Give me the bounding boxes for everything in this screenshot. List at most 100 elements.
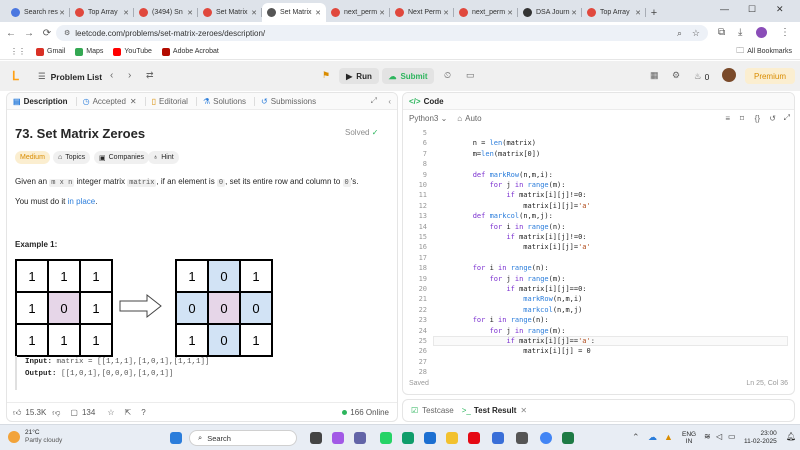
streak-counter[interactable]: ♨ 0 [694,71,709,82]
extensions-icon[interactable]: ⧉ [718,27,725,38]
tray-app-icon[interactable]: ▲ [664,432,673,442]
browser-tab[interactable]: Set Matrix ✕ [262,3,326,22]
code-line[interactable]: markRow(n,m,i) [439,295,582,303]
browser-tab[interactable]: Top Array ✕ [582,3,646,22]
address-bar[interactable]: ⚙ leetcode.com/problems/set-matrix-zeroe… [56,25,708,41]
code-line[interactable]: matrix[i][j]='a' [439,202,590,210]
code-line[interactable]: for j in range(m): [439,181,566,189]
copilot-icon[interactable] [332,432,344,444]
help-icon[interactable]: ? [141,408,145,417]
language-select[interactable]: Python3 ⌄ [409,114,447,123]
maximize-icon[interactable]: ☐ [748,4,756,15]
code-line[interactable]: if matrix[i][j]!=0: [439,191,586,199]
shuffle-icon[interactable]: ⇄ [146,70,154,81]
notes-icon[interactable]: ▭ [466,70,475,81]
browser-tab[interactable]: DSA Journ ✕ [518,3,582,22]
reset-icon[interactable]: ↺ [769,114,776,123]
all-bookmarks-button[interactable]: 🗀 All Bookmarks [736,45,792,59]
code-line[interactable]: def markcol(n,m,j): [439,212,553,220]
submit-button[interactable]: ☁ Submit [382,68,434,84]
code-line[interactable]: for j in range(m): [439,327,566,335]
teams-icon[interactable] [354,432,366,444]
braces-icon[interactable]: {} [755,114,760,123]
close-tab-icon[interactable]: ✕ [315,9,321,17]
back-icon[interactable]: ← [2,28,20,39]
wifi-icon[interactable]: ≋ [704,432,711,441]
next-problem-icon[interactable]: › [128,70,131,81]
browser-tab[interactable]: (3494) Sn ✕ [134,3,198,22]
code-line[interactable]: if matrix[i][j]==0: [439,285,586,293]
tab-accepted[interactable]: ◷ Accepted ✕ [83,97,137,106]
chrome-icon[interactable] [540,432,552,444]
apps-grid-icon[interactable]: ⋮⋮ [10,47,26,56]
code-line[interactable]: n = len(matrix) [439,139,536,147]
site-info-icon[interactable]: ⚙ [64,29,70,37]
bookmark-item[interactable]: Gmail [36,47,65,56]
settings-gear-icon[interactable]: ⚙ [672,70,680,81]
bookmark-star-icon[interactable]: ☆ [692,28,700,39]
leetcode-logo-icon[interactable]: ᒪ [12,69,19,83]
volume-icon[interactable]: ◁ [716,432,722,441]
code-editor[interactable]: 5 6 n = len(matrix) 7 m=len(matrix[0]) 8 9 d… [403,129,794,376]
close-window-icon[interactable]: ✕ [776,4,784,15]
close-tab-icon[interactable]: ✕ [507,9,513,17]
weather-widget[interactable]: 21°C Partly cloudy [8,429,62,445]
timer-icon[interactable]: ⏲ [444,70,451,81]
bookmark-icon[interactable]: ⌑ [740,114,744,123]
code-line[interactable]: for i in range(n): [439,316,549,324]
share-icon[interactable]: ⇱ [125,408,132,417]
search-icon[interactable]: ⌕ [677,28,682,39]
prev-problem-icon[interactable]: ‹ [110,70,113,81]
tab-description[interactable]: ▤ Description [13,97,68,106]
tab-submissions[interactable]: ↺ Submissions [261,97,316,106]
bookmark-item[interactable]: YouTube [113,47,152,56]
code-line[interactable]: matrix[i][j]='a' [439,243,590,251]
forward-icon[interactable]: → [20,28,38,39]
tab-solutions[interactable]: ⚗ Solutions [203,97,246,106]
notification-icon[interactable]: 🔔︎ [786,432,796,441]
browser-tab[interactable]: Set Matrix ✕ [198,3,262,22]
code-line[interactable]: if matrix[i][j]!=0: [439,233,586,241]
topics-chip[interactable]: ⌂ Topics [53,151,91,164]
favorite-star-icon[interactable]: ☆ [107,408,114,417]
task-view-icon[interactable] [310,432,322,444]
code-line[interactable]: for i in range(n): [439,223,566,231]
hint-chip[interactable]: ♁ Hint [148,151,179,164]
chrome-menu-icon[interactable]: ⋮ [780,27,790,38]
whatsapp-icon[interactable] [380,432,392,444]
user-avatar[interactable] [722,68,736,82]
file-explorer-icon[interactable] [446,432,458,444]
bookmark-item[interactable]: Maps [75,47,103,56]
code-line[interactable]: matrix[i][j] = 0 [439,347,590,355]
code-line[interactable]: for j in range(m): [439,275,566,283]
comment-icon[interactable]: ▢ [70,408,78,417]
dislike-icon[interactable]: 👎︎ [52,408,60,418]
close-tab-icon[interactable]: ✕ [443,9,449,17]
battery-icon[interactable]: ▭ [728,432,736,441]
netflix-icon[interactable] [468,432,480,444]
companies-chip[interactable]: ▣ Companies [94,151,150,164]
excel-icon[interactable] [562,432,574,444]
browser-tab[interactable]: Search res ✕ [6,3,70,22]
browser-tab[interactable]: next_perm ✕ [454,3,518,22]
tray-chevron-icon[interactable]: ⌃ [632,432,640,443]
tab-test-result[interactable]: Test Result [474,406,517,415]
close-tab-icon[interactable]: ✕ [379,9,385,17]
code-line[interactable]: if matrix[i][j]=='a': [439,337,595,345]
collapse-panel-icon[interactable]: ‹ [388,97,391,106]
taskbar-search[interactable]: ⌕ Search [189,430,297,446]
tab-testcase[interactable]: Testcase [422,406,454,415]
close-tab-icon[interactable]: ✕ [187,9,193,17]
format-icon[interactable]: ≡ [725,114,730,123]
bookmark-item[interactable]: Adobe Acrobat [161,47,219,56]
close-tab-icon[interactable]: ✕ [635,9,641,17]
edge-icon[interactable] [402,432,414,444]
close-tab-icon[interactable]: ✕ [123,9,129,17]
onedrive-icon[interactable]: ☁ [648,432,657,443]
minimize-icon[interactable]: — [720,4,729,14]
premium-button[interactable]: Premium [745,68,795,84]
close-tab-icon[interactable]: ✕ [59,9,65,17]
browser-tab[interactable]: Top Array ✕ [70,3,134,22]
tab-code[interactable]: </> Code [409,97,444,106]
download-icon[interactable]: ⤓ [738,27,742,38]
